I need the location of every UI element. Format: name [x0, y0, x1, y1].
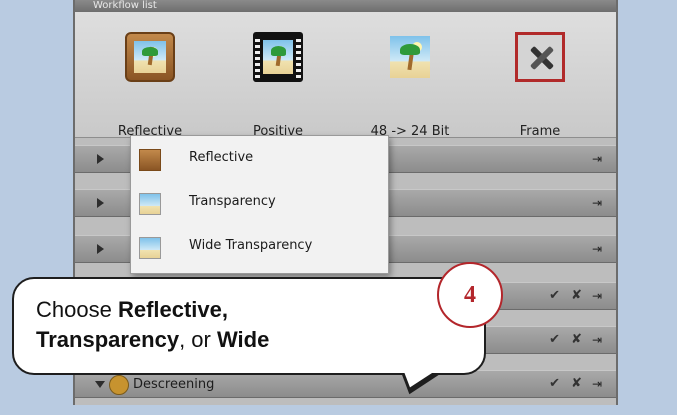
page-background-bottom [0, 405, 677, 415]
transparency-icon [139, 193, 161, 215]
callout-wide: Wide [216, 327, 270, 352]
cross-icon[interactable]: ✘ [571, 289, 582, 303]
export-icon[interactable]: ⇥ [592, 377, 606, 391]
reflective-icon [125, 32, 175, 82]
step-number-badge: 4 [437, 262, 503, 328]
descreening-label: Descreening [133, 377, 215, 392]
frame-tools-icon [515, 32, 565, 82]
menu-item-reflective[interactable]: Reflective [131, 144, 388, 174]
cross-icon[interactable]: ✘ [571, 333, 582, 347]
frame-button[interactable]: Frame [485, 20, 595, 139]
checkmark-icon[interactable]: ✔ [549, 289, 560, 303]
menu-item-label: Transparency [189, 194, 276, 209]
bit-depth-icon [385, 32, 435, 82]
positive-mode-button[interactable]: Positive [223, 20, 333, 139]
bit-depth-button[interactable]: 48 -> 24 Bit [355, 20, 465, 139]
film-positive-icon [253, 32, 303, 82]
menu-item-transparency[interactable]: Transparency [131, 188, 388, 218]
export-icon[interactable]: ⇥ [592, 152, 606, 166]
export-icon[interactable]: ⇥ [592, 333, 606, 347]
source-mode-menu: Reflective Transparency Wide Transparenc… [130, 135, 389, 274]
checkmark-icon[interactable]: ✔ [549, 333, 560, 347]
disclosure-triangle-icon[interactable] [97, 154, 104, 164]
instruction-callout: Choose Reflective, Transparency, or Wide [12, 277, 486, 375]
disclosure-triangle-icon[interactable] [95, 381, 105, 388]
callout-text: Choose Reflective, Transparency, or Wide [36, 297, 270, 352]
export-icon[interactable]: ⇥ [592, 289, 606, 303]
disclosure-triangle-icon[interactable] [97, 244, 104, 254]
cross-icon[interactable]: ✘ [571, 377, 582, 391]
wide-transparency-icon [139, 237, 161, 259]
page-background-right [618, 0, 677, 415]
callout-transparency: Transparency [36, 327, 180, 352]
menu-item-label: Wide Transparency [189, 238, 313, 253]
frame-label: Frame [519, 124, 561, 139]
menu-item-label: Reflective [189, 150, 254, 165]
callout-reflective: Reflective, [117, 297, 229, 322]
checkmark-icon[interactable]: ✔ [549, 377, 560, 391]
descreening-icon [109, 375, 129, 395]
export-icon[interactable]: ⇥ [592, 196, 606, 210]
disclosure-triangle-icon[interactable] [97, 198, 104, 208]
workflow-list-header: Workflow list [75, 0, 616, 12]
export-icon[interactable]: ⇥ [592, 242, 606, 256]
menu-item-wide-transparency[interactable]: Wide Transparency [131, 232, 388, 262]
mode-toolbar: Reflective Positive 48 -> 24 Bit Frame [75, 12, 616, 139]
reflective-icon [139, 149, 161, 171]
reflective-mode-button[interactable]: Reflective [95, 20, 205, 139]
